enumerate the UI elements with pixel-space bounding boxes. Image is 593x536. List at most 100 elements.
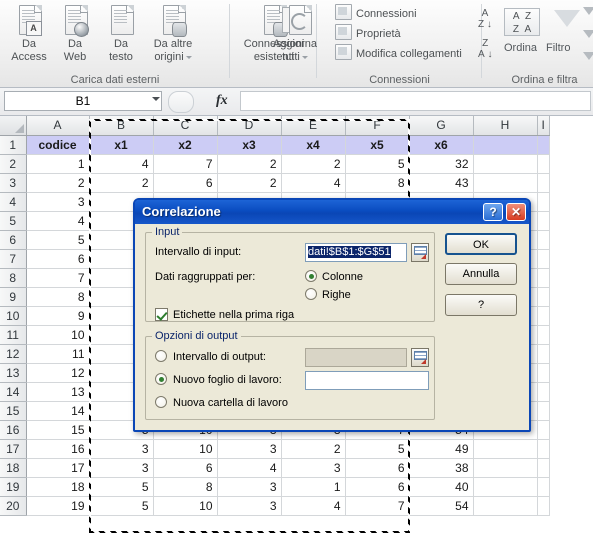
cell-D19[interactable]: 3: [217, 477, 282, 497]
cell-I9[interactable]: [537, 287, 550, 307]
range-picker-icon-output[interactable]: [411, 348, 429, 367]
cell-I6[interactable]: [537, 230, 550, 250]
cell-A6[interactable]: 5: [26, 230, 90, 250]
ribbon-item-connessioni[interactable]: Connessioni: [335, 4, 417, 20]
row-header[interactable]: 2: [0, 154, 27, 174]
dialog-help-bottom-button[interactable]: ?: [445, 294, 517, 316]
cell-F1[interactable]: x5: [345, 135, 410, 155]
row-header[interactable]: 20: [0, 496, 27, 516]
cell-A4[interactable]: 3: [26, 192, 90, 212]
row-header[interactable]: 11: [0, 325, 27, 345]
row-header[interactable]: 13: [0, 363, 27, 383]
cell-D18[interactable]: 4: [217, 458, 282, 478]
cell-A1[interactable]: codice: [26, 135, 90, 155]
cell-I18[interactable]: [537, 458, 550, 478]
output-range-field[interactable]: [305, 348, 407, 367]
row-header[interactable]: 6: [0, 230, 27, 250]
cell-C1[interactable]: x2: [153, 135, 218, 155]
radio-colonne-label[interactable]: Colonne: [322, 271, 363, 283]
cell-D17[interactable]: 3: [217, 439, 282, 459]
cell-I20[interactable]: [537, 496, 550, 516]
cell-H17[interactable]: [473, 439, 538, 459]
radio-nuovo-foglio[interactable]: [155, 373, 167, 385]
row-header[interactable]: 10: [0, 306, 27, 326]
cell-B1[interactable]: x1: [89, 135, 154, 155]
new-sheet-name-field[interactable]: [305, 371, 429, 390]
cell-I8[interactable]: [537, 268, 550, 288]
column-header-F[interactable]: F: [345, 116, 410, 136]
cell-D3[interactable]: 2: [217, 173, 282, 193]
cell-F18[interactable]: 6: [345, 458, 410, 478]
chevron-down-icon[interactable]: [185, 55, 192, 59]
radio-nuova-cartella-label[interactable]: Nuova cartella di lavoro: [173, 397, 288, 409]
cell-A19[interactable]: 18: [26, 477, 90, 497]
cell-A7[interactable]: 6: [26, 249, 90, 269]
row-header[interactable]: 17: [0, 439, 27, 459]
cell-H18[interactable]: [473, 458, 538, 478]
ribbon-item-modifica-collegamenti[interactable]: Modifica collegamenti: [335, 44, 462, 60]
ribbon-button-aggiorna-tutti[interactable]: Aggiorna tutti: [265, 4, 325, 63]
radio-intervallo-output-label[interactable]: Intervallo di output:: [173, 351, 266, 363]
cell-A10[interactable]: 9: [26, 306, 90, 326]
cell-E1[interactable]: x4: [281, 135, 346, 155]
cell-F19[interactable]: 6: [345, 477, 410, 497]
cell-I4[interactable]: [537, 192, 550, 212]
filter-funnel-icon[interactable]: [554, 10, 580, 27]
cell-G19[interactable]: 40: [409, 477, 474, 497]
column-header-A[interactable]: A: [26, 116, 90, 136]
formula-input[interactable]: [240, 91, 591, 111]
row-header[interactable]: 8: [0, 268, 27, 288]
row-header[interactable]: 5: [0, 211, 27, 231]
cell-D2[interactable]: 2: [217, 154, 282, 174]
column-header-C[interactable]: C: [153, 116, 218, 136]
sort-ascending-icon[interactable]: AZ ↓: [478, 8, 492, 30]
cell-A18[interactable]: 17: [26, 458, 90, 478]
cell-D20[interactable]: 3: [217, 496, 282, 516]
cell-H20[interactable]: [473, 496, 538, 516]
radio-nuovo-foglio-label[interactable]: Nuovo foglio di lavoro:: [173, 374, 282, 386]
row-header[interactable]: 18: [0, 458, 27, 478]
cell-I14[interactable]: [537, 382, 550, 402]
sort-dialog-icon[interactable]: A ZZ A: [504, 8, 540, 36]
cell-A3[interactable]: 2: [26, 173, 90, 193]
cell-A2[interactable]: 1: [26, 154, 90, 174]
radio-righe[interactable]: [305, 288, 317, 300]
checkbox-etichette-label[interactable]: Etichette nella prima riga: [173, 309, 294, 321]
name-box[interactable]: B1: [4, 91, 162, 111]
ribbon-button-da-altre-origini[interactable]: Da altre origini: [143, 4, 203, 63]
cell-F3[interactable]: 8: [345, 173, 410, 193]
cell-A13[interactable]: 12: [26, 363, 90, 383]
radio-colonne[interactable]: [305, 270, 317, 282]
cell-G18[interactable]: 38: [409, 458, 474, 478]
row-header[interactable]: 16: [0, 420, 27, 440]
radio-nuova-cartella[interactable]: [155, 396, 167, 408]
row-header[interactable]: 14: [0, 382, 27, 402]
cell-H19[interactable]: [473, 477, 538, 497]
cell-C19[interactable]: 8: [153, 477, 218, 497]
radio-righe-label[interactable]: Righe: [322, 289, 351, 301]
cell-H2[interactable]: [473, 154, 538, 174]
column-header-B[interactable]: B: [89, 116, 154, 136]
cell-E2[interactable]: 2: [281, 154, 346, 174]
cell-C18[interactable]: 6: [153, 458, 218, 478]
cell-I10[interactable]: [537, 306, 550, 326]
ribbon-item-proprieta[interactable]: Proprietà: [335, 24, 401, 40]
cell-H1[interactable]: [473, 135, 538, 155]
cell-I15[interactable]: [537, 401, 550, 421]
input-range-field[interactable]: dati!$B$1:$G$51: [305, 243, 407, 262]
cell-G17[interactable]: 49: [409, 439, 474, 459]
cell-G1[interactable]: x6: [409, 135, 474, 155]
cell-I1[interactable]: [537, 135, 550, 155]
cell-I11[interactable]: [537, 325, 550, 345]
cell-C20[interactable]: 10: [153, 496, 218, 516]
reapply-filter-icon[interactable]: [583, 30, 593, 38]
cell-I17[interactable]: [537, 439, 550, 459]
chevron-down-icon[interactable]: [301, 55, 308, 59]
cell-E19[interactable]: 1: [281, 477, 346, 497]
column-header-E[interactable]: E: [281, 116, 346, 136]
cell-B17[interactable]: 3: [89, 439, 154, 459]
cell-A12[interactable]: 11: [26, 344, 90, 364]
cell-B19[interactable]: 5: [89, 477, 154, 497]
clear-filter-icon[interactable]: [583, 7, 593, 15]
close-icon[interactable]: ✕: [506, 203, 526, 221]
